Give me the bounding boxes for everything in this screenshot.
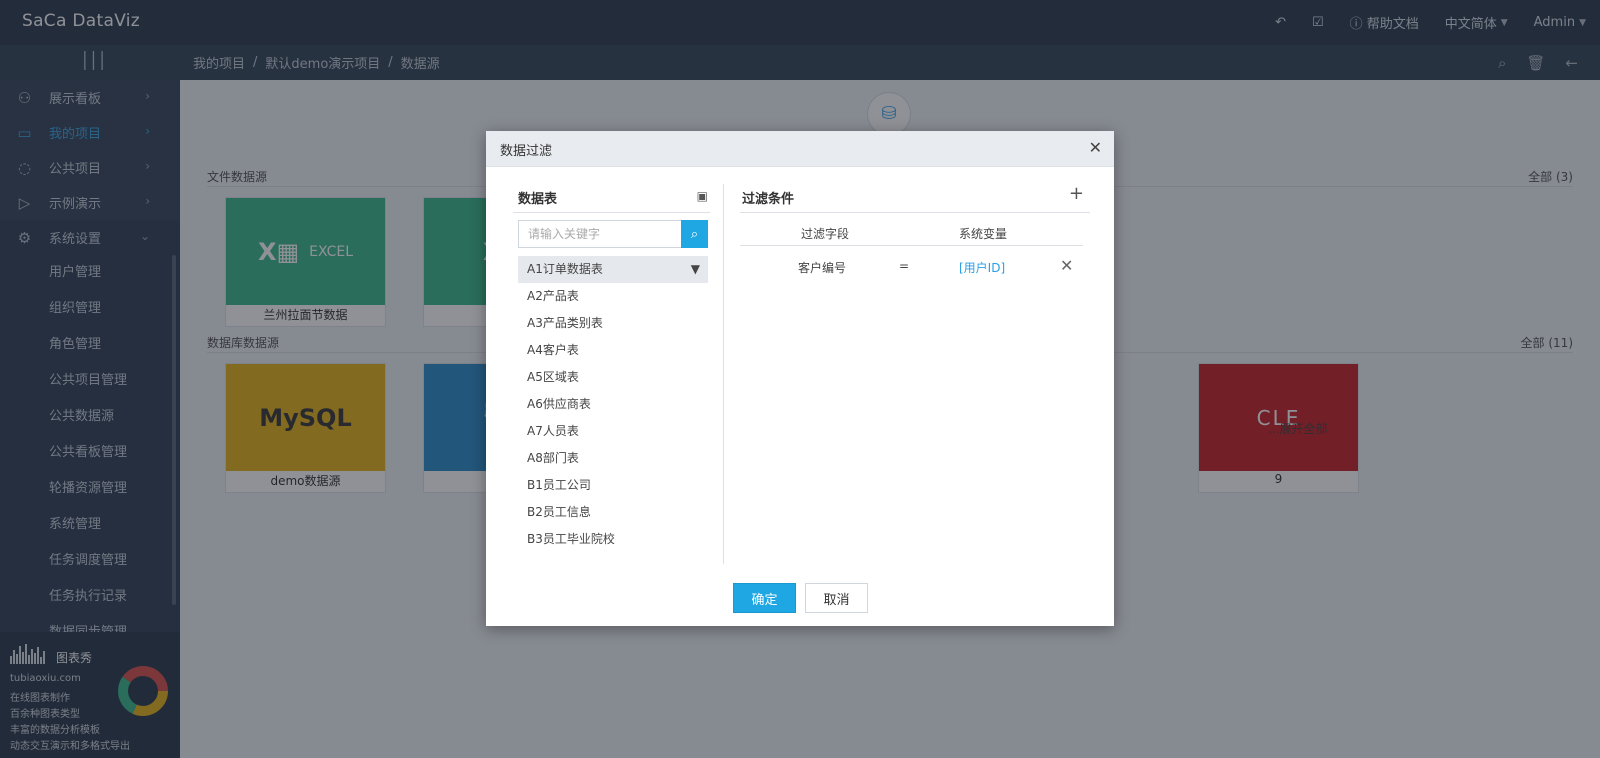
confirm-button[interactable]: 确定: [733, 583, 796, 613]
dialog-header: 数据过滤 ✕: [486, 131, 1114, 167]
search-icon: ⌕: [690, 226, 699, 241]
filter-icon: ▼: [690, 262, 700, 276]
tables-title: 数据表: [518, 192, 558, 207]
table-item[interactable]: A5区域表: [518, 364, 708, 391]
close-icon[interactable]: ✕: [1089, 138, 1102, 157]
table-item[interactable]: B3员工毕业院校: [518, 526, 708, 553]
conditions-pane: 过滤条件 + 过滤字段 系统变量 客户编号 = [用户ID] ✕: [740, 183, 1090, 564]
table-item[interactable]: B1员工公司: [518, 472, 708, 499]
table-item-label: A1订单数据表: [527, 262, 603, 276]
divider: [513, 212, 710, 213]
table-search: ⌕: [518, 220, 708, 248]
table-item[interactable]: A1订单数据表 ▼: [518, 256, 708, 283]
table-list: A1订单数据表 ▼ A2产品表 A3产品类别表 A4客户表 A5区域表 A6供应商…: [518, 256, 708, 553]
conditions-title: 过滤条件: [742, 192, 795, 207]
cancel-button[interactable]: 取消: [805, 583, 868, 613]
pane-divider: [723, 184, 724, 564]
table-item[interactable]: A6供应商表: [518, 391, 708, 418]
add-condition-icon[interactable]: +: [1069, 183, 1084, 204]
search-input[interactable]: [518, 220, 681, 248]
condition-row: 客户编号 = [用户ID] ✕: [740, 256, 1083, 280]
conditions-header: 过滤字段 系统变量: [740, 220, 1083, 246]
table-item[interactable]: B2员工信息: [518, 499, 708, 526]
table-item[interactable]: A4客户表: [518, 337, 708, 364]
table-item[interactable]: A7人员表: [518, 418, 708, 445]
preview-icon[interactable]: ▣: [697, 189, 708, 203]
table-item[interactable]: A8部门表: [518, 445, 708, 472]
data-filter-dialog: 数据过滤 ✕ 数据表 ▣ ⌕ A1订单数据表 ▼ A2产品表 A3产品类别表 A4…: [486, 131, 1114, 626]
condition-field[interactable]: 客户编号: [798, 259, 846, 276]
search-button[interactable]: ⌕: [681, 220, 708, 248]
col-system-variable: 系统变量: [959, 227, 1008, 241]
col-filter-field: 过滤字段: [801, 227, 850, 241]
delete-condition-icon[interactable]: ✕: [1060, 256, 1073, 275]
table-item[interactable]: A2产品表: [518, 283, 708, 310]
divider: [740, 212, 1090, 213]
table-item[interactable]: A3产品类别表: [518, 310, 708, 337]
condition-operator: =: [899, 259, 910, 273]
dialog-title: 数据过滤: [500, 144, 553, 159]
condition-value[interactable]: [用户ID]: [959, 259, 1005, 276]
tables-pane: 数据表 ▣ ⌕ A1订单数据表 ▼ A2产品表 A3产品类别表 A4客户表 A5区…: [513, 184, 710, 564]
